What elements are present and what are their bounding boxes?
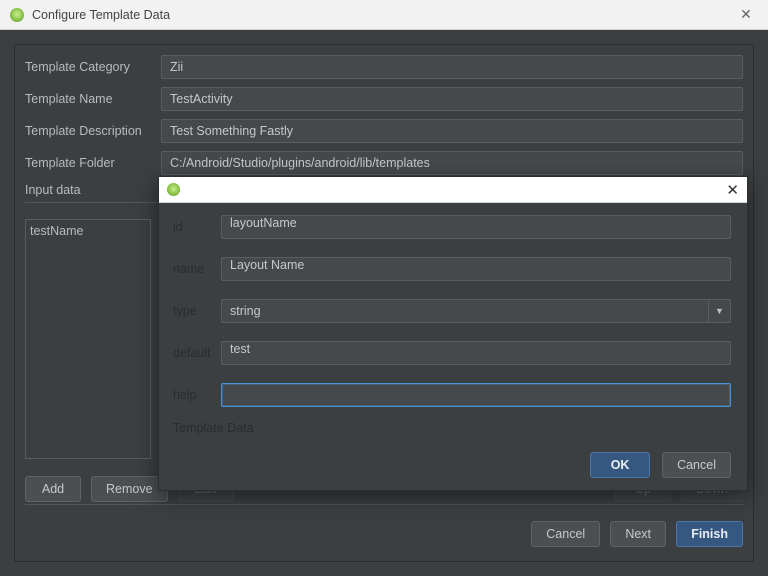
close-icon[interactable]: ✕ xyxy=(726,181,739,199)
label-template-description: Template Description xyxy=(25,124,161,138)
template-data-label: Template Data xyxy=(173,421,731,435)
input-data-list[interactable]: testName xyxy=(25,219,151,459)
label-name: name xyxy=(173,262,221,276)
inner-dialog-buttons: OK Cancel xyxy=(590,452,731,478)
label-template-folder: Template Folder xyxy=(25,156,161,170)
label-help: help xyxy=(173,388,221,402)
label-type: type xyxy=(173,304,221,318)
input-name[interactable]: Layout Name xyxy=(221,257,731,281)
inner-titlebar: ✕ xyxy=(159,177,747,203)
cancel-button[interactable]: Cancel xyxy=(662,452,731,478)
input-template-description[interactable]: Test Something Fastly xyxy=(161,119,743,143)
label-id: id xyxy=(173,220,221,234)
outer-title: Configure Template Data xyxy=(32,8,734,22)
input-template-folder[interactable]: C:/Android/Studio/plugins/android/lib/te… xyxy=(161,151,743,175)
input-id[interactable]: layoutName xyxy=(221,215,731,239)
label-input-data: Input data xyxy=(25,183,161,203)
next-button[interactable]: Next xyxy=(610,521,666,547)
finish-button[interactable]: Finish xyxy=(676,521,743,547)
inner-dialog: ✕ id layoutName name Layout Name type st… xyxy=(158,176,748,491)
add-button[interactable]: Add xyxy=(25,476,81,502)
input-template-category[interactable]: Zii xyxy=(161,55,743,79)
select-type[interactable]: string ▼ xyxy=(221,299,731,323)
cancel-button[interactable]: Cancel xyxy=(531,521,600,547)
android-studio-icon xyxy=(10,8,24,22)
inner-body: id layoutName name Layout Name type stri… xyxy=(159,203,747,490)
outer-titlebar: Configure Template Data ✕ xyxy=(0,0,768,30)
close-icon[interactable]: ✕ xyxy=(734,6,758,23)
remove-button[interactable]: Remove xyxy=(91,476,168,502)
list-item[interactable]: testName xyxy=(30,224,146,238)
label-template-name: Template Name xyxy=(25,92,161,106)
ok-button[interactable]: OK xyxy=(590,452,650,478)
label-default: default xyxy=(173,346,221,360)
input-help[interactable] xyxy=(221,383,731,407)
select-type-value: string xyxy=(230,304,261,318)
dialog-buttons-row: Cancel Next Finish xyxy=(25,519,743,549)
chevron-down-icon[interactable]: ▼ xyxy=(708,300,730,322)
input-template-name[interactable]: TestActivity xyxy=(161,87,743,111)
input-default[interactable]: test xyxy=(221,341,731,365)
label-template-category: Template Category xyxy=(25,60,161,74)
android-studio-icon xyxy=(167,183,180,196)
